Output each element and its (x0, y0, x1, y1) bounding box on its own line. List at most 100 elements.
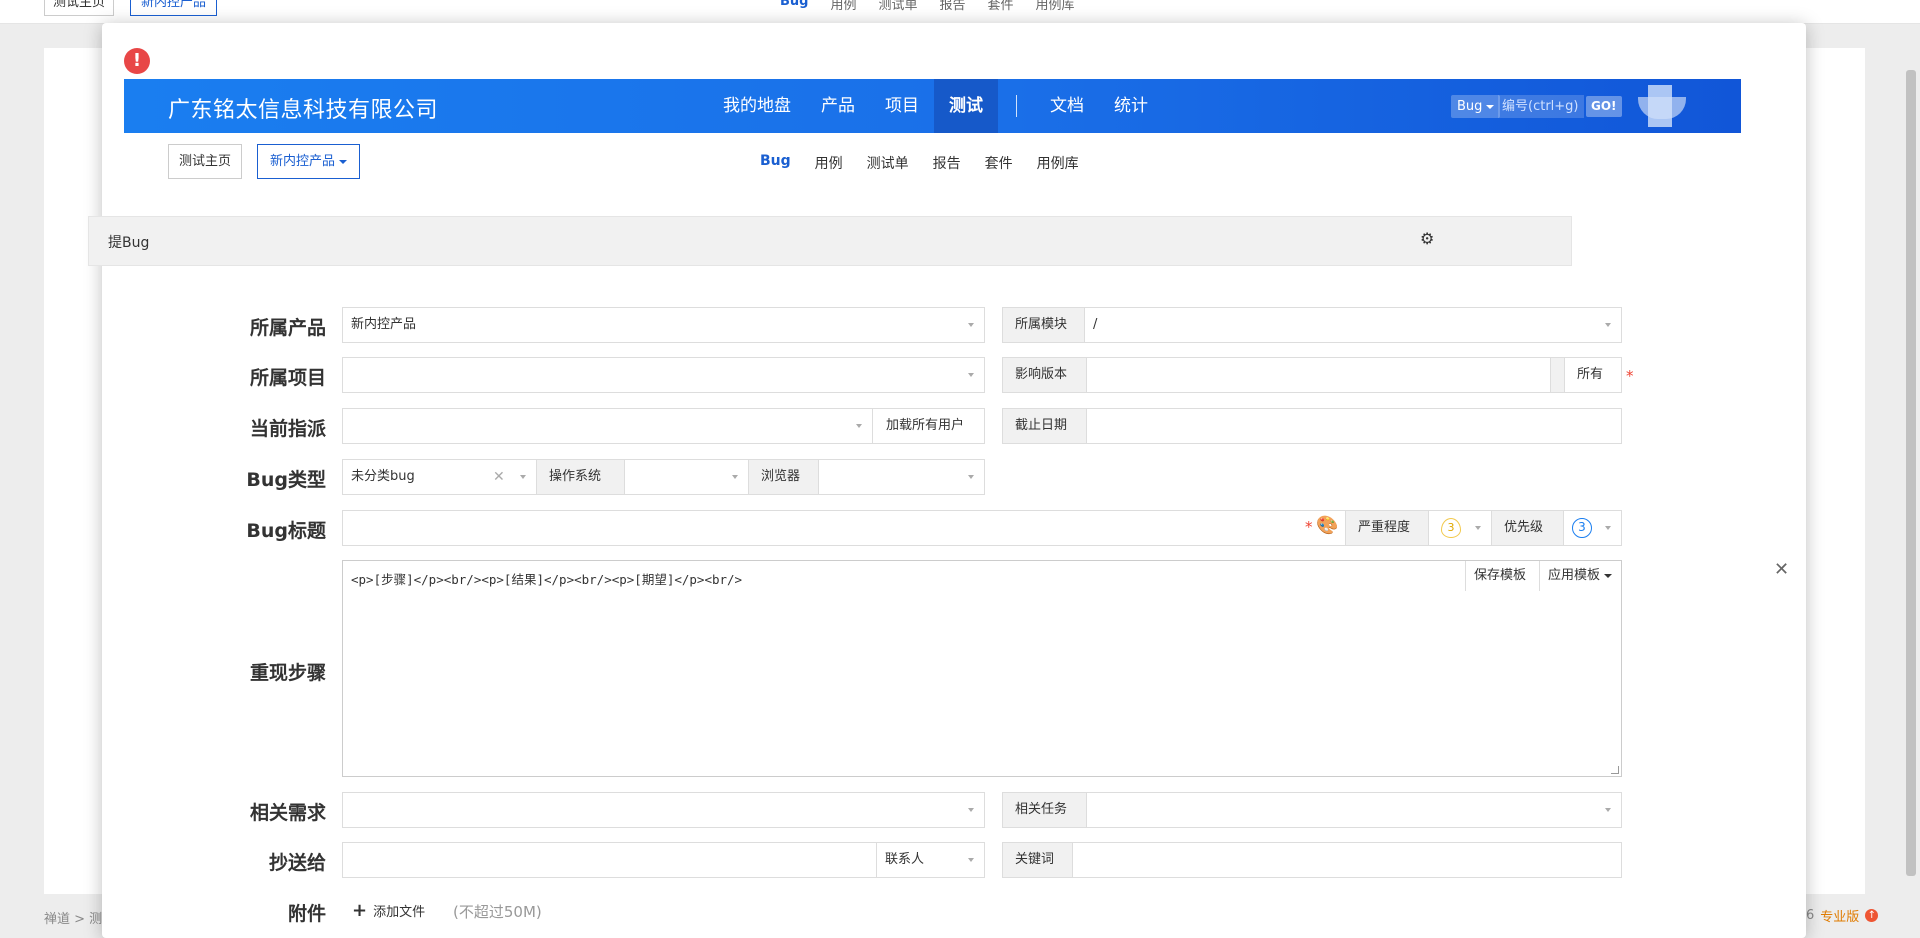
cc-label: 抄送给 (268, 852, 326, 874)
clear-icon[interactable]: ✕ (493, 460, 505, 494)
add-file-button[interactable]: + 添加文件 (352, 900, 425, 921)
attach-label: 附件 (287, 903, 326, 925)
upgrade-icon[interactable]: ↑ (1865, 909, 1879, 922)
version-select[interactable] (1086, 357, 1551, 393)
required-star: * (1626, 367, 1634, 385)
priority-value: 3 (1572, 518, 1592, 538)
background-menu-item: 报告 (939, 0, 966, 13)
assign-select[interactable] (342, 408, 873, 444)
nav-my[interactable]: 我的地盘 (708, 79, 806, 133)
steps-content: <p>[步骤]</p><br/><p>[结果]</p><br/><p>[期望]<… (351, 572, 743, 587)
story-label: 相关需求 (249, 802, 326, 824)
background-panel (44, 48, 104, 894)
background-menu-item: Bug (780, 0, 809, 9)
type-select[interactable]: 未分类bug ✕ (342, 459, 537, 495)
submenu-case[interactable]: 用例 (815, 153, 843, 173)
apply-template-button[interactable]: 应用模板 (1539, 561, 1620, 591)
chevron-down-icon (1604, 573, 1613, 578)
chevron-down-icon (1486, 104, 1495, 109)
contacts-select[interactable]: 联系人 (876, 842, 985, 878)
background-crumb-home: 测试主页 (44, 0, 115, 16)
nav-divider (1016, 95, 1017, 117)
save-template-button[interactable]: 保存模板 (1465, 561, 1534, 591)
priority-label: 优先级 (1491, 510, 1564, 546)
breadcrumb-home[interactable]: 测试主页 (168, 144, 243, 179)
keywords-input[interactable] (1072, 842, 1622, 878)
plus-icon: + (352, 900, 368, 921)
chevron-down-icon (339, 159, 348, 164)
breadcrumb-product[interactable]: 新内控产品 (257, 144, 361, 179)
os-label: 操作系统 (536, 459, 625, 495)
cc-select[interactable] (342, 842, 877, 878)
os-select[interactable] (624, 459, 749, 495)
background-menu-item: 套件 (987, 0, 1014, 13)
deadline-input[interactable] (1086, 408, 1622, 444)
gear-icon[interactable]: ⚙ (1420, 229, 1434, 248)
attach-limit: (不超过50M) (453, 903, 542, 921)
main-nav: 我的地盘 产品 项目 测试 文档 统计 (708, 79, 1163, 133)
submenu-bug[interactable]: Bug (760, 153, 791, 173)
type-label: Bug类型 (246, 469, 326, 491)
story-select[interactable] (342, 792, 985, 828)
bug-title-input[interactable] (342, 510, 1346, 546)
version-number: 6 (1806, 908, 1815, 923)
go-button[interactable]: GO! (1586, 96, 1622, 117)
module-select[interactable]: / (1084, 307, 1622, 343)
load-all-users-button[interactable]: 加载所有用户 (872, 408, 985, 444)
task-label: 相关任务 (1002, 792, 1087, 828)
nav-report[interactable]: 统计 (1099, 79, 1163, 133)
product-label: 所属产品 (249, 317, 326, 339)
deadline-label: 截止日期 (1002, 408, 1087, 444)
submenu-suite[interactable]: 套件 (985, 153, 1013, 173)
background-footer-breadcrumb: 禅道 > 测 (44, 912, 103, 927)
apply-template-label: 应用模板 (1548, 568, 1601, 583)
search-input[interactable]: 编号(ctrl+g) (1498, 95, 1584, 118)
submenu-report[interactable]: 报告 (933, 153, 961, 173)
background-menu: Bug 用例 测试单 报告 套件 用例库 (780, 0, 1075, 13)
submenu-testtask[interactable]: 测试单 (867, 153, 909, 173)
required-star: * (1305, 518, 1313, 536)
project-select[interactable] (342, 357, 985, 393)
severity-value: 3 (1441, 518, 1461, 538)
nav-product[interactable]: 产品 (806, 79, 870, 133)
browser-select[interactable] (818, 459, 985, 495)
version-all-button[interactable]: 所有 (1564, 357, 1622, 393)
version-divider (1550, 357, 1565, 393)
product-select[interactable]: 新内控产品 (342, 307, 985, 343)
module-label: 所属模块 (1002, 307, 1085, 343)
search-type-label: Bug (1457, 99, 1483, 114)
steps-label: 重现步骤 (249, 662, 326, 684)
nav-doc[interactable]: 文档 (1035, 79, 1099, 133)
bug-title-label: Bug标题 (246, 520, 326, 542)
palette-icon[interactable]: 🎨 (1316, 515, 1338, 536)
task-select[interactable] (1086, 792, 1622, 828)
close-icon[interactable]: ✕ (1774, 559, 1789, 580)
project-label: 所属项目 (249, 367, 326, 389)
panel-header (88, 216, 1572, 266)
edition-link[interactable]: 专业版 (1820, 906, 1859, 925)
type-value: 未分类bug (351, 469, 415, 484)
sub-menu: Bug 用例 测试单 报告 套件 用例库 (760, 153, 1079, 173)
app-header: 广东铭太信息科技有限公司 我的地盘 产品 项目 测试 文档 统计 Bug 编号(… (124, 79, 1741, 133)
search-type-select[interactable]: Bug (1451, 95, 1501, 118)
background-menu-item: 用例库 (1035, 0, 1075, 13)
background-panel (1805, 48, 1865, 894)
assign-label: 当前指派 (249, 418, 326, 440)
page-scrollbar[interactable] (1906, 70, 1916, 876)
breadcrumb-product-label: 新内控产品 (270, 154, 336, 169)
company-name: 广东铭太信息科技有限公司 (168, 98, 439, 123)
version-label: 影响版本 (1002, 357, 1087, 393)
background-menu-item: 测试单 (878, 0, 918, 13)
background-crumb-product: 新内控产品 (130, 0, 218, 16)
severity-label: 严重程度 (1345, 510, 1429, 546)
resize-handle[interactable] (1611, 766, 1619, 774)
background-menu-item: 用例 (830, 0, 857, 13)
priority-select[interactable]: 3 (1563, 510, 1622, 546)
nav-test[interactable]: 测试 (934, 79, 998, 133)
avatar[interactable] (1638, 85, 1686, 127)
submenu-caselib[interactable]: 用例库 (1037, 153, 1079, 173)
nav-project[interactable]: 项目 (870, 79, 934, 133)
steps-editor[interactable]: <p>[步骤]</p><br/><p>[结果]</p><br/><p>[期望]<… (342, 560, 1622, 777)
severity-select[interactable]: 3 (1428, 510, 1492, 546)
keywords-label: 关键词 (1002, 842, 1073, 878)
